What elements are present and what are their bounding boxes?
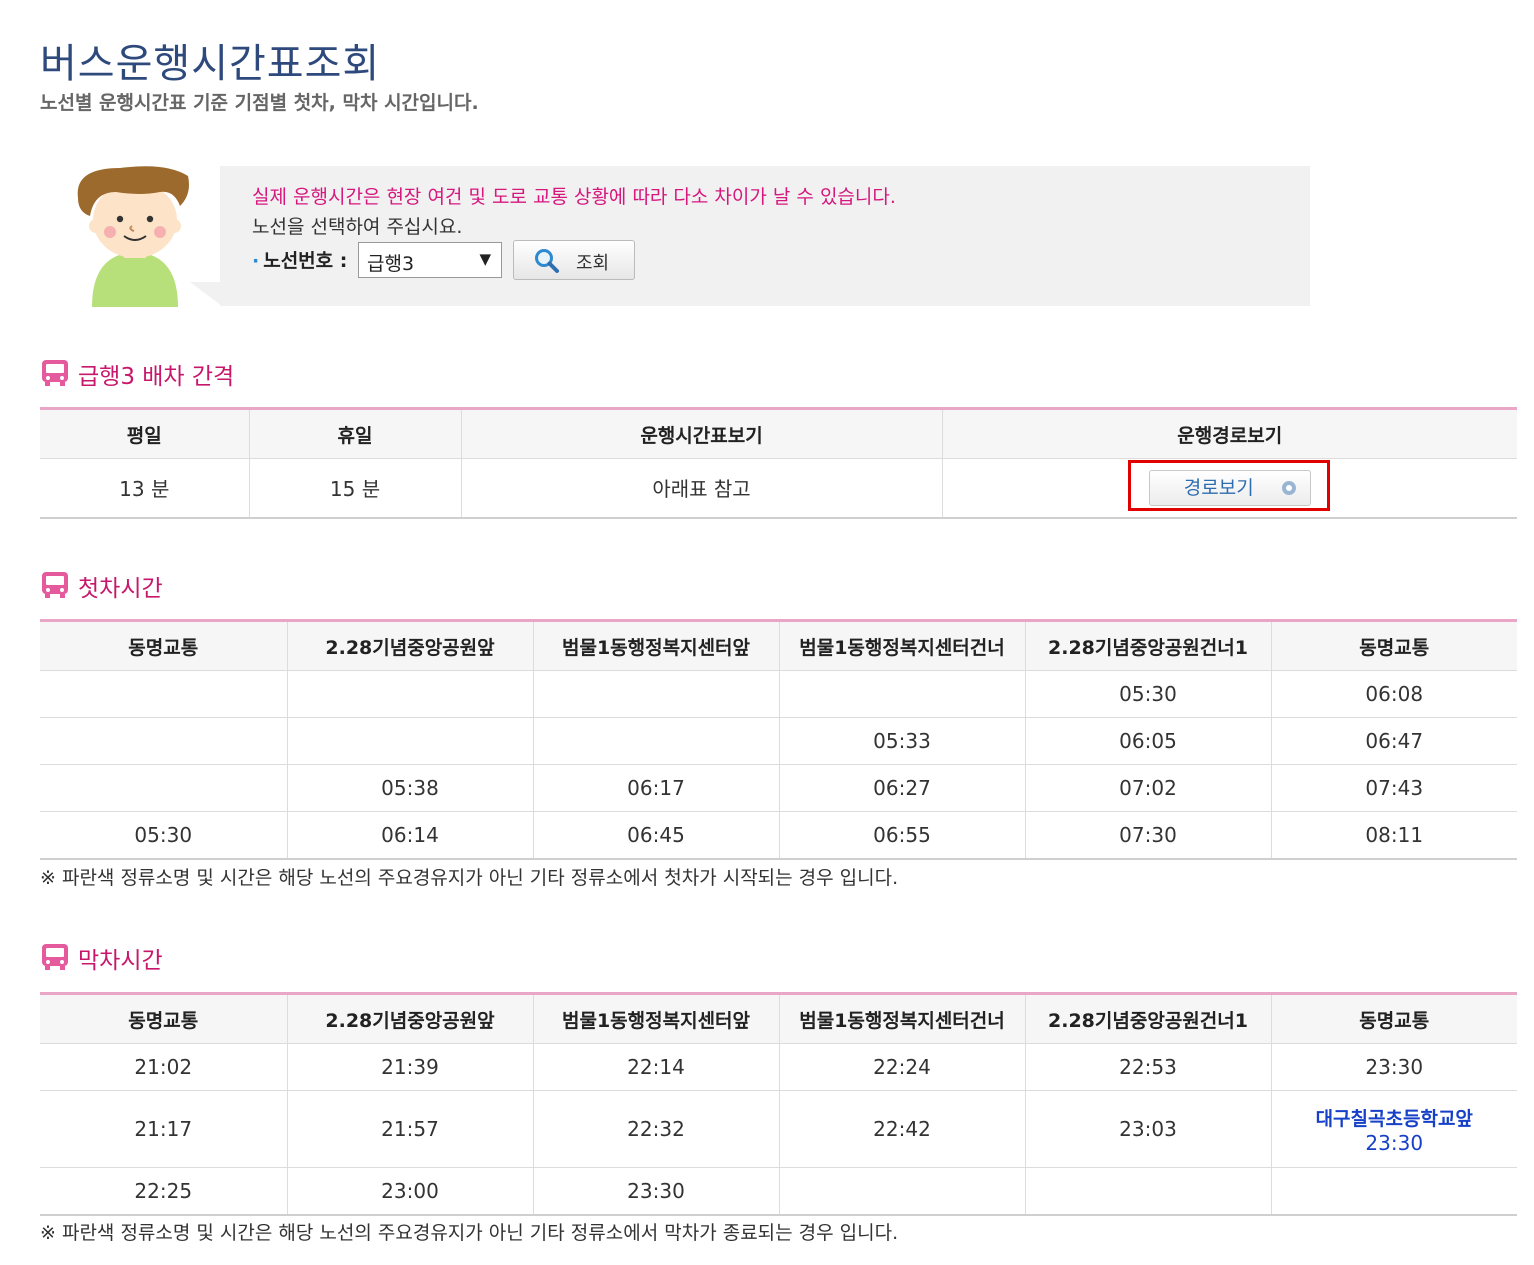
time-cell: 23:03: [1024, 1090, 1271, 1168]
time-cell: 23:30: [532, 1167, 779, 1215]
header-stop: 범물1동행정복지센터건너: [778, 993, 1025, 1044]
search-icon: [535, 249, 559, 273]
time-cell: 06:47: [1270, 717, 1517, 765]
header-weekday: 평일: [40, 408, 249, 459]
time-cell: 06:08: [1270, 670, 1517, 718]
time-cell: 22:53: [1024, 1043, 1271, 1091]
page-subtitle: 노선별 운행시간표 기준 기점별 첫차, 막차 시간입니다.: [40, 92, 479, 114]
time-cell: 06:55: [778, 811, 1025, 859]
time-cell: 22:25: [134, 1178, 193, 1203]
time-cell: 06:45: [532, 811, 779, 859]
first-bus-table: 동명교통 2.28기념중앙공원앞 범물1동행정복지센터앞 범물1동행정복지센터건…: [40, 619, 1517, 860]
route-select-value: 급행3: [367, 253, 415, 275]
header-stop: 동명교통: [40, 993, 287, 1044]
time-cell: 08:11: [1270, 811, 1517, 859]
guide-text: 노선을 선택하여 주십시요.: [252, 216, 463, 238]
header-stop: 2.28기념중앙공원앞: [286, 620, 533, 671]
time-cell: [778, 670, 1025, 718]
time-cell: 06:27: [778, 764, 1025, 812]
time-cell: 06:17: [532, 764, 779, 812]
route-number-select[interactable]: 급행3 ▼: [358, 242, 502, 278]
last-bus-note: ※ 파란색 정류소명 및 시간은 해당 노선의 주요경유지가 아닌 기타 정류소…: [40, 1222, 899, 1244]
interval-section-title: 급행3 배차 간격: [40, 357, 234, 391]
time-cell: 07:02: [1024, 764, 1271, 812]
route-number-label: · 노선번호 :: [252, 246, 347, 273]
time-cell: [40, 717, 287, 765]
time-cell: 05:33: [778, 717, 1025, 765]
route-number-label-text: 노선번호 :: [263, 250, 348, 272]
holiday-interval: 15 분: [248, 458, 461, 518]
time-cell: 05:30: [134, 822, 193, 847]
time-cell: 06:14: [286, 811, 533, 859]
time-cell: 06:05: [1024, 717, 1271, 765]
special-stop-time: 23:30: [1365, 1130, 1424, 1155]
timetable-reference: 아래표 참고: [460, 458, 942, 518]
special-stop-name: 대구칠곡초등학교앞: [1315, 1107, 1473, 1130]
interval-title-text: 급행3 배차 간격: [78, 364, 235, 390]
arrow-circle-icon: [1281, 480, 1296, 495]
time-cell: 05:30: [1024, 670, 1271, 718]
header-stop: 동명교통: [40, 620, 287, 671]
route-view-button[interactable]: 경로보기: [1148, 469, 1311, 506]
mascot-illustration: [77, 166, 189, 307]
first-bus-title-text: 첫차시간: [78, 576, 163, 602]
bus-icon: [42, 572, 68, 598]
last-bus-section-title: 막차시간: [40, 941, 163, 975]
time-cell: 07:43: [1270, 764, 1517, 812]
time-cell: [40, 764, 287, 812]
time-cell: [1024, 1167, 1271, 1215]
bus-icon: [42, 360, 68, 386]
time-cell: [40, 670, 287, 718]
time-cell: 22:14: [532, 1043, 779, 1091]
first-bus-section-title: 첫차시간: [40, 569, 163, 603]
first-bus-note: ※ 파란색 정류소명 및 시간은 해당 노선의 주요경유지가 아닌 기타 정류소…: [40, 867, 899, 889]
last-bus-table: 동명교통 2.28기념중앙공원앞 범물1동행정복지센터앞 범물1동행정복지센터건…: [40, 992, 1517, 1216]
interval-table: 평일 휴일 운행시간표보기 운행경로보기 13 분 15 분 아래표 참고 경로…: [40, 407, 1517, 519]
header-stop: 동명교통: [1270, 620, 1517, 671]
header-stop: 2.28기념중앙공원건너1: [1024, 620, 1271, 671]
time-cell: 21:02: [40, 1043, 287, 1091]
time-cell: 22:32: [532, 1090, 779, 1168]
time-cell: [286, 670, 533, 718]
route-view-cell: 경로보기: [941, 458, 1517, 518]
time-cell: 05:38: [286, 764, 533, 812]
route-view-label: 경로보기: [1183, 476, 1254, 499]
header-stop: 범물1동행정복지센터앞: [532, 993, 779, 1044]
time-cell: 21:57: [286, 1090, 533, 1168]
time-cell: 22:42: [778, 1090, 1025, 1168]
time-cell: [1270, 1167, 1517, 1215]
header-stop: 범물1동행정복지센터앞: [532, 620, 779, 671]
time-cell: 23:30: [1270, 1043, 1517, 1091]
time-cell: 21:17: [40, 1090, 287, 1168]
time-cell: [532, 670, 779, 718]
time-cell: 07:30: [1024, 811, 1271, 859]
time-cell: 22:24: [778, 1043, 1025, 1091]
page-title: 버스운행시간표조회: [40, 41, 381, 87]
time-cell: 21:39: [286, 1043, 533, 1091]
time-cell: [778, 1167, 1025, 1215]
header-stop: 2.28기념중앙공원앞: [286, 993, 533, 1044]
header-stop: 동명교통: [1270, 993, 1517, 1044]
special-stop-cell: 대구칠곡초등학교앞 23:30: [1270, 1090, 1517, 1168]
search-button-label: 조회: [576, 253, 610, 274]
header-timetable: 운행시간표보기: [460, 408, 942, 459]
time-cell: 23:00: [286, 1167, 533, 1215]
weekday-interval: 13 분: [119, 477, 170, 502]
bullet-icon: ·: [252, 250, 260, 272]
header-stop: 2.28기념중앙공원건너1: [1024, 993, 1271, 1044]
header-stop: 범물1동행정복지센터건너: [778, 620, 1025, 671]
dropdown-arrow-icon: ▼: [479, 250, 491, 268]
time-cell: [286, 717, 533, 765]
header-holiday: 휴일: [248, 408, 461, 459]
header-route: 운행경로보기: [941, 408, 1517, 459]
search-button[interactable]: 조회: [513, 240, 635, 280]
last-bus-title-text: 막차시간: [78, 948, 163, 974]
time-cell: [532, 717, 779, 765]
notice-text: 실제 운행시간은 현장 여건 및 도로 교통 상황에 따라 다소 차이가 날 수…: [252, 186, 896, 208]
bus-icon: [42, 944, 68, 970]
